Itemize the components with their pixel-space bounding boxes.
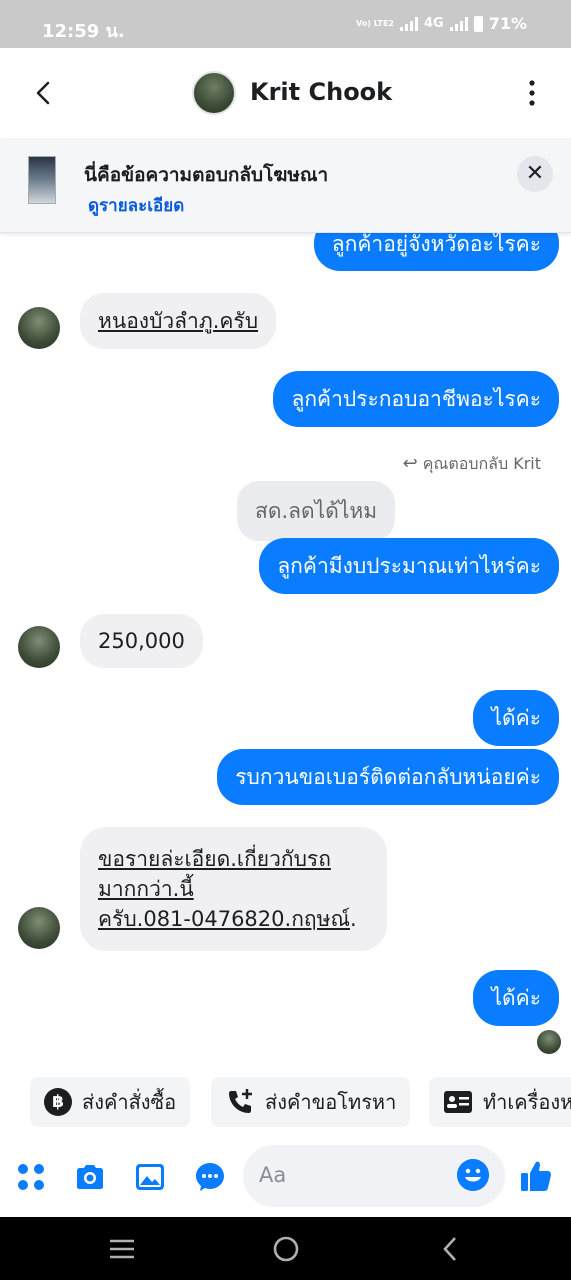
like-icon[interactable] bbox=[519, 1159, 553, 1193]
chat-bubble-icon[interactable] bbox=[194, 1161, 226, 1193]
reply-arrow-icon: ↩ bbox=[402, 453, 418, 474]
signal-icon bbox=[399, 16, 418, 31]
view-details-link[interactable]: ดูรายละเอียด bbox=[88, 192, 184, 219]
contact-avatar[interactable] bbox=[192, 71, 236, 115]
quick-replies: ฿ ส่งคำสั่งซื้อ ส่งคำขอโทรหา ทำเครื่องห bbox=[0, 1071, 571, 1139]
chip-label: ส่งคำสั่งซื้อ bbox=[82, 1090, 177, 1114]
message-text-line: ขอรายล่ะเอียด.เกี่ยวกับรถ bbox=[98, 847, 331, 871]
message-text-line: มากกว่า.นี้ bbox=[98, 877, 194, 901]
ad-banner-title: นี่คือข้อความตอบกลับโฆษณา bbox=[84, 164, 329, 186]
outgoing-message[interactable]: ลูกค้าอยู่จังหวัดอะไรคะ bbox=[313, 233, 559, 271]
message-input-placeholder: Aa bbox=[259, 1163, 287, 1187]
outgoing-message[interactable]: รบกวนขอเบอร์ติดต่อกลับหน่อยค่ะ bbox=[217, 749, 559, 805]
incoming-message[interactable]: 250,000 bbox=[80, 614, 203, 668]
outgoing-message[interactable]: ลูกค้าประกอบอาชีพอะไรคะ bbox=[273, 371, 559, 427]
emoji-icon[interactable] bbox=[457, 1159, 489, 1191]
menu-grid-icon[interactable] bbox=[15, 1161, 47, 1193]
gallery-icon[interactable] bbox=[134, 1161, 166, 1193]
ad-reply-banner: นี่คือข้อความตอบกลับโฆษณา ดูรายละเอียด ✕ bbox=[0, 138, 571, 233]
chip-label: ส่งคำขอโทรหา bbox=[265, 1090, 397, 1114]
message-list[interactable]: ลูกค้าอยู่จังหวัดอะไรคะ หนองบัวลำภู.ครับ… bbox=[0, 233, 571, 1071]
phone-number-link[interactable]: ครับ.081-0476820.กฤษณ์ bbox=[98, 907, 350, 931]
sender-avatar[interactable] bbox=[18, 907, 60, 949]
outgoing-message[interactable]: ได้ค่ะ bbox=[473, 690, 559, 746]
back-icon[interactable] bbox=[440, 1235, 460, 1263]
id-card-icon bbox=[444, 1091, 472, 1113]
sender-avatar[interactable] bbox=[18, 626, 60, 668]
ad-thumbnail[interactable] bbox=[28, 156, 56, 204]
recent-apps-icon[interactable] bbox=[108, 1238, 136, 1260]
reply-hint: ↩ คุณตอบกลับ Krit bbox=[403, 452, 541, 477]
clock: 12:59 น. bbox=[42, 21, 125, 42]
chip-label: ทำเครื่องห bbox=[483, 1090, 571, 1114]
contact-name[interactable]: Krit Chook bbox=[250, 78, 392, 106]
incoming-message[interactable]: หนองบัวลำภู.ครับ bbox=[80, 293, 277, 349]
sender-avatar[interactable] bbox=[18, 307, 60, 349]
request-call-chip[interactable]: ส่งคำขอโทรหา bbox=[211, 1077, 411, 1127]
battery-icon bbox=[473, 15, 483, 32]
message-input[interactable]: Aa bbox=[243, 1145, 505, 1207]
status-icons: Vo) LTE2 4G 71% bbox=[356, 14, 527, 33]
volte-indicator: Vo) LTE2 bbox=[356, 18, 394, 28]
home-icon[interactable] bbox=[272, 1235, 300, 1263]
status-bar: 12:59 น. Vo) LTE2 4G 71% bbox=[0, 0, 571, 48]
quoted-message[interactable]: สด.ลดได้ไหม bbox=[237, 481, 396, 541]
mark-chip[interactable]: ทำเครื่องห bbox=[429, 1077, 571, 1127]
baht-icon: ฿ bbox=[44, 1088, 72, 1116]
chat-header: Krit Chook bbox=[0, 48, 571, 138]
message-text-line: . bbox=[349, 907, 357, 931]
close-icon[interactable]: ✕ bbox=[517, 156, 553, 192]
message-text: หนองบัวลำภู.ครับ bbox=[98, 309, 259, 333]
outgoing-message[interactable]: ลูกค้ามีงบประมาณเท่าไหร่คะ bbox=[259, 538, 559, 594]
back-arrow-icon[interactable] bbox=[30, 78, 60, 108]
more-options-icon[interactable] bbox=[527, 78, 537, 108]
reply-hint-text: คุณตอบกลับ Krit bbox=[422, 454, 541, 473]
battery-level: 71% bbox=[488, 14, 527, 33]
outgoing-message[interactable]: ได้ค่ะ bbox=[473, 970, 559, 1026]
signal-icon-2 bbox=[449, 16, 468, 31]
send-order-chip[interactable]: ฿ ส่งคำสั่งซื้อ bbox=[30, 1077, 191, 1127]
network-label: 4G bbox=[423, 16, 444, 31]
system-nav-bar bbox=[0, 1217, 571, 1280]
phone-add-icon bbox=[229, 1089, 252, 1113]
incoming-message[interactable]: ขอรายล่ะเอียด.เกี่ยวกับรถ มากกว่า.นี้ คร… bbox=[80, 827, 387, 951]
seen-receipt-avatar bbox=[537, 1030, 561, 1054]
composer-bar: Aa bbox=[0, 1139, 571, 1217]
camera-icon[interactable] bbox=[74, 1161, 106, 1193]
